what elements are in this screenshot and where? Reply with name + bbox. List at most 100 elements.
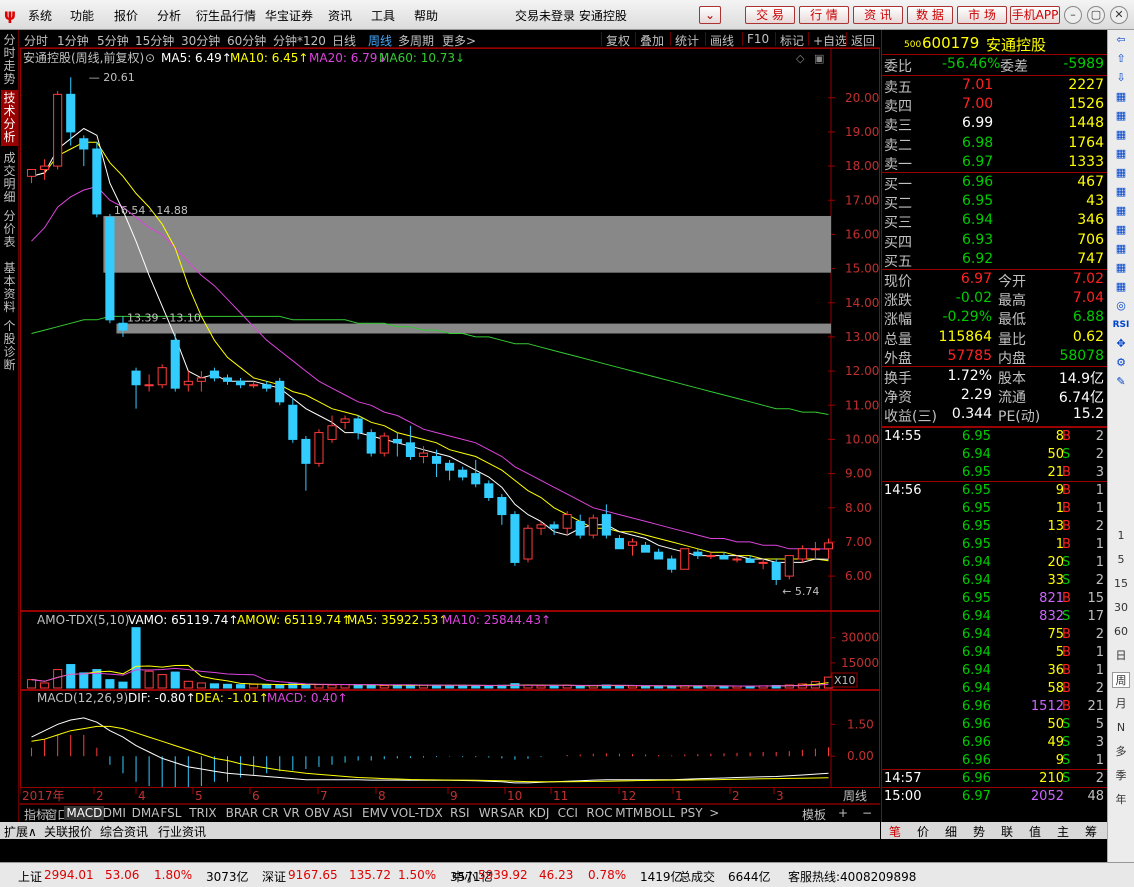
quote-tab-2[interactable]: 细	[945, 823, 957, 840]
dropdown-icon[interactable]: ⌄	[699, 6, 721, 24]
bottom-link-1[interactable]: 关联报价	[44, 823, 92, 840]
left-tab-4[interactable]: 基本资料	[1, 260, 18, 316]
indicator-tab-20[interactable]: MTM	[613, 806, 645, 820]
grid-icon[interactable]: ▦	[1112, 165, 1130, 181]
indicator-tab-3[interactable]: DMI	[101, 806, 128, 820]
indicator-tab-23[interactable]: >	[707, 806, 721, 820]
grid-icon[interactable]: ▦	[1112, 184, 1130, 200]
chart-tool-1[interactable]: 叠加	[640, 32, 664, 49]
quote-tab-0[interactable]: 笔	[889, 823, 901, 840]
period-shortcut-6[interactable]: 周	[1112, 672, 1130, 688]
circle-icon[interactable]: ◎	[1112, 298, 1130, 314]
chart-tool-6[interactable]: +自选	[813, 32, 847, 49]
indicator-tab-21[interactable]: BOLL	[642, 806, 677, 820]
arrow-left-icon[interactable]: ⇦	[1112, 32, 1130, 48]
grid-icon[interactable]: ▦	[1112, 89, 1130, 105]
quote-tab-3[interactable]: 势	[973, 823, 985, 840]
period-shortcut-9[interactable]: 多	[1112, 744, 1130, 760]
chart-tool-0[interactable]: 复权	[606, 32, 630, 49]
menu-item-3[interactable]: 分析	[157, 7, 181, 24]
grid-icon[interactable]: ▦	[1112, 279, 1130, 295]
chart-tool-7[interactable]: 返回	[851, 32, 875, 49]
period-shortcut-5[interactable]: 日	[1112, 648, 1130, 664]
indicator-tab-10[interactable]: OBV	[302, 806, 332, 820]
indicator-tab-9[interactable]: VR	[281, 806, 302, 820]
arrow-down-icon[interactable]: ⇩	[1112, 70, 1130, 86]
minimize-icon[interactable]: –	[1064, 6, 1082, 24]
chart-tool-2[interactable]: 统计	[675, 32, 699, 49]
top-button-1[interactable]: 行 情	[799, 6, 849, 24]
grid-icon[interactable]: ▦	[1112, 241, 1130, 257]
period-shortcut-10[interactable]: 季	[1112, 768, 1130, 784]
indicator-tab-17[interactable]: KDJ	[527, 806, 552, 820]
bottom-link-3[interactable]: 行业资讯	[158, 823, 206, 840]
candlestick-chart[interactable]: 20.00 19.00 18.00 17.00 16.00 15.00 14.00 13.00…	[20, 48, 880, 611]
period-shortcut-4[interactable]: 60	[1112, 624, 1130, 640]
grid-icon[interactable]: ▦	[1112, 222, 1130, 238]
menu-item-6[interactable]: 资讯	[328, 7, 352, 24]
volume-chart[interactable]: 30000 15000 AMO-TDX(5,10) VAMO: 65119.74↑ AM…	[20, 611, 880, 690]
period-1[interactable]: 1分钟	[57, 32, 89, 49]
period-shortcut-7[interactable]: 月	[1112, 696, 1130, 712]
grid-icon[interactable]: ▦	[1112, 108, 1130, 124]
add-window-button[interactable]: +	[838, 806, 848, 820]
indicator-tab-12[interactable]: EMV	[360, 806, 390, 820]
period-7[interactable]: 日线	[332, 32, 356, 49]
chart-tool-5[interactable]: 标记	[780, 32, 804, 49]
top-button-0[interactable]: 交 易	[745, 6, 795, 24]
top-button-4[interactable]: 市 场	[957, 6, 1007, 24]
menu-item-8[interactable]: 帮助	[414, 7, 438, 24]
quote-tab-5[interactable]: 值	[1029, 823, 1041, 840]
indicator-tab-2[interactable]: MACD	[64, 806, 105, 820]
period-10[interactable]: 更多>	[442, 32, 476, 49]
period-3[interactable]: 15分钟	[135, 32, 174, 49]
period-shortcut-3[interactable]: 30	[1112, 600, 1130, 616]
quote-tab-4[interactable]: 联	[1001, 823, 1013, 840]
index-name-1[interactable]: 深证	[262, 868, 286, 885]
left-tab-1[interactable]: 技术分析	[1, 90, 18, 146]
indicator-tab-14[interactable]: RSI	[448, 806, 472, 820]
indicator-tab-11[interactable]: ASI	[331, 806, 354, 820]
left-tab-2[interactable]: 成交明细	[1, 150, 18, 206]
menu-item-0[interactable]: 系统	[28, 7, 52, 24]
menu-item-5[interactable]: 华宝证券	[265, 7, 313, 24]
period-8[interactable]: 周线	[368, 32, 392, 49]
grid-icon[interactable]: ▦	[1112, 203, 1130, 219]
close-icon[interactable]: ✕	[1110, 6, 1128, 24]
period-6[interactable]: 分钟*120	[273, 32, 326, 49]
top-button-5[interactable]: 手机APP	[1010, 6, 1060, 24]
top-button-3[interactable]: 数 据	[907, 6, 953, 24]
period-0[interactable]: 分时	[24, 32, 48, 49]
indicator-tab-18[interactable]: CCI	[556, 806, 580, 820]
left-tab-5[interactable]: 个股诊断	[1, 318, 18, 374]
arrow-up-icon[interactable]: ⇧	[1112, 51, 1130, 67]
bottom-link-0[interactable]: 扩展∧	[4, 823, 37, 840]
index-name-2[interactable]: 中小	[452, 868, 476, 885]
period-shortcut-0[interactable]: 1	[1112, 528, 1130, 544]
indicator-tab-22[interactable]: PSY	[678, 806, 704, 820]
indicator-tab-19[interactable]: ROC	[584, 806, 614, 820]
grid-icon[interactable]: ▦	[1112, 260, 1130, 276]
tool-icon[interactable]: ⚙	[1112, 355, 1130, 371]
quote-tab-7[interactable]: 筹	[1085, 823, 1097, 840]
period-shortcut-11[interactable]: 年	[1112, 792, 1130, 808]
maximize-icon[interactable]: ▢	[1087, 6, 1105, 24]
indicator-tab-8[interactable]: CR	[260, 806, 281, 820]
macd-chart[interactable]: 1.50 0.00 MACD(12,26,9) DIF: -0.80↑ DEA: -1.…	[20, 690, 880, 791]
menu-item-1[interactable]: 功能	[70, 7, 94, 24]
indicator-tab-6[interactable]: TRIX	[187, 806, 218, 820]
indicator-tab-4[interactable]: DMA	[130, 806, 162, 820]
indicator-tab-13[interactable]: VOL-TDX	[389, 806, 445, 820]
period-shortcut-2[interactable]: 15	[1112, 576, 1130, 592]
grid-icon[interactable]: ▦	[1112, 127, 1130, 143]
cross-icon[interactable]: ✥	[1112, 336, 1130, 352]
menu-item-4[interactable]: 衍生品行情	[196, 7, 256, 24]
period-5[interactable]: 60分钟	[227, 32, 266, 49]
pen-icon[interactable]: ✎	[1112, 374, 1130, 390]
index-name-0[interactable]: 上证	[18, 868, 42, 885]
period-shortcut-1[interactable]: 5	[1112, 552, 1130, 568]
indicator-tab-16[interactable]: SAR	[498, 806, 526, 820]
rsi-icon[interactable]: RSI	[1112, 317, 1130, 333]
quote-tab-1[interactable]: 价	[917, 823, 929, 840]
indicator-tab-5[interactable]: FSL	[158, 806, 183, 820]
